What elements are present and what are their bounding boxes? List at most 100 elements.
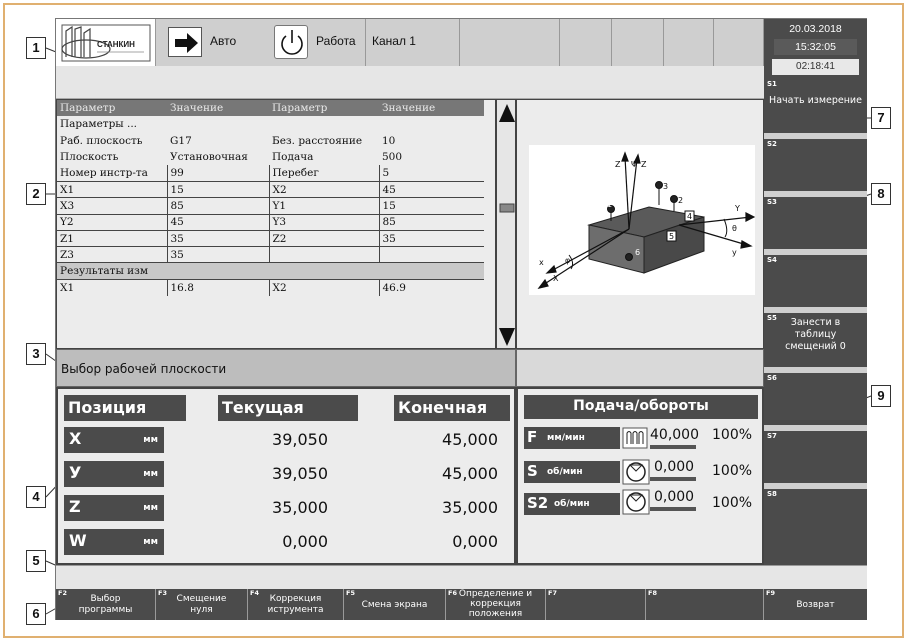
fkey-f3[interactable]: F3 Смещение нуля (156, 589, 248, 620)
softkey-s6[interactable]: S6 (764, 373, 867, 431)
axis-w-final: 0,000 (452, 532, 498, 551)
table-cell: 35 (167, 230, 270, 247)
table-cell: Результаты изм (60, 265, 149, 278)
fkey-f2[interactable]: F2 Выбор программы (56, 589, 156, 620)
scrollbar-graphics (499, 104, 515, 346)
feed-s2-value: 0,000 (654, 489, 695, 505)
scroll-up-icon (499, 104, 515, 122)
table-row[interactable]: X1 15 X2 45 (57, 181, 484, 198)
axis-x-final: 45,000 (442, 430, 498, 449)
table-cell: 35 (382, 232, 396, 245)
parameter-table-panel: Параметр Значение Параметр Значение Пара… (56, 99, 496, 349)
softkey-s5[interactable]: S5 Занести в таблицу смещений 0 (764, 313, 867, 373)
table-row[interactable]: Z3 35 (57, 246, 484, 263)
channel-panel: Канал 1 (366, 19, 460, 66)
axis-z-current: 35,000 (272, 498, 328, 517)
table-row[interactable]: Плоскость Установочная Подача 500 (57, 149, 484, 165)
spindle-2-icon (622, 489, 650, 515)
bottom-status-line (56, 565, 867, 589)
softkey-s7[interactable]: S7 (764, 431, 867, 489)
svg-text:φ: φ (565, 256, 570, 265)
arrow-right-icon (175, 33, 198, 53)
fkey-f6[interactable]: F6 Определение и коррекция положения (446, 589, 546, 620)
logo-area: СТАНКИН (56, 19, 156, 66)
svg-text:x: x (539, 258, 544, 267)
diagram-canvas: Z Ψ Z Y y θ x X φ 1 2 3 4 5 6 (529, 145, 756, 295)
svg-text:y: y (732, 248, 737, 257)
fkey-f7[interactable]: F7 (546, 589, 646, 620)
header-blank-4 (664, 19, 714, 66)
fkey-f5[interactable]: F5 Смена экрана (344, 589, 446, 620)
table-cell: 35 (167, 246, 270, 263)
table-cell (167, 116, 269, 132)
measurement-diagram-panel: Z Ψ Z Y y θ x X φ 1 2 3 4 5 6 (516, 99, 764, 349)
table-row[interactable]: Y2 45 Y3 85 (57, 214, 484, 231)
auto-mode-button[interactable] (168, 27, 202, 57)
softkey-s2[interactable]: S2 (764, 139, 867, 197)
table-row[interactable]: Параметры ... (57, 116, 484, 132)
table-row[interactable]: Раб. плоскость G17 Без. расстояние 10 (57, 133, 484, 149)
svg-text:3: 3 (663, 182, 668, 191)
fkey-f9[interactable]: F9 Возврат (764, 589, 867, 620)
svg-text:Z: Z (615, 160, 621, 169)
time-label: 15:32:05 (774, 39, 857, 55)
fkey-f4[interactable]: F4 Коррекция иструмента (248, 589, 344, 620)
feed-s-bar (650, 477, 696, 481)
table-cell (269, 263, 379, 279)
feed-f-value: 40,000 (650, 427, 699, 443)
table-cell: Z3 (57, 246, 168, 263)
feed-f-bar (650, 445, 696, 449)
softkey-s8[interactable]: S8 (764, 489, 867, 565)
table-cell: 46.9 (382, 281, 406, 294)
scroll-down-icon (499, 328, 515, 346)
table-cell: G17 (170, 134, 192, 147)
axis-z-label: Zмм (64, 495, 164, 521)
table-cell: Y3 (269, 214, 380, 231)
stankin-logo: СТАНКИН (61, 24, 151, 62)
svg-text:Y: Y (734, 204, 740, 213)
table-cell: X1 (57, 181, 168, 198)
message-line-right (516, 349, 764, 387)
cnc-screen: СТАНКИН Авто Работа Канал 1 20.03.2018 1… (55, 18, 867, 620)
svg-text:6: 6 (635, 248, 640, 257)
axis-x-current: 39,050 (272, 430, 328, 449)
channel-label: Канал 1 (372, 34, 416, 48)
header-blank-5 (714, 19, 764, 66)
power-button[interactable] (274, 25, 308, 59)
feed-s-label: Sоб/мин (524, 461, 620, 483)
table-row[interactable]: Z1 35 Z2 35 (57, 230, 484, 247)
table-cell (269, 116, 379, 132)
table-header-row: Параметр Значение Параметр Значение (57, 100, 484, 117)
parameter-table: Параметр Значение Параметр Значение Пара… (57, 100, 484, 296)
table-cell: 45 (382, 183, 396, 196)
table-cell: Номер инстр-та (57, 165, 168, 182)
table-row[interactable]: X1 16.8 X2 46.9 (57, 279, 484, 296)
table-cell: 15 (167, 181, 270, 198)
table-cell: Установочная (170, 151, 248, 164)
svg-text:Z: Z (641, 160, 647, 169)
table-row[interactable]: X3 85 Y1 15 (57, 197, 484, 215)
table-row[interactable]: Результаты изм (57, 262, 484, 280)
position-title: Позиция (64, 395, 186, 421)
table-cell: 5 (382, 167, 390, 180)
table-cell: 15 (382, 199, 396, 212)
table-row[interactable]: Номер инстр-та 99 Перебег 5 (57, 165, 484, 182)
table-cell: 45 (167, 214, 270, 231)
softkey-s3[interactable]: S3 (764, 197, 867, 255)
table-cell: X1 (57, 279, 168, 296)
feed-f-label: Fмм/мин (524, 427, 620, 449)
power-icon (281, 30, 303, 55)
table-cell: 16.8 (167, 279, 270, 296)
date-label: 20.03.2018 (789, 23, 842, 35)
table-cell (269, 246, 380, 263)
table-scrollbar[interactable] (496, 99, 516, 349)
column-header: Значение (382, 102, 436, 115)
message-text: Выбор рабочей плоскости (61, 362, 227, 376)
fkey-f8[interactable]: F8 (646, 589, 764, 620)
softkey-s1[interactable]: S1 Начать измерение (764, 79, 867, 139)
table-cell: Y1 (269, 197, 380, 215)
current-header: Текущая (218, 395, 358, 421)
axis-y-label: Умм (64, 461, 164, 487)
feed-panel: Подача/обороты Fмм/мин 40,000 100% Sоб/м… (516, 387, 764, 565)
softkey-s4[interactable]: S4 (764, 255, 867, 313)
